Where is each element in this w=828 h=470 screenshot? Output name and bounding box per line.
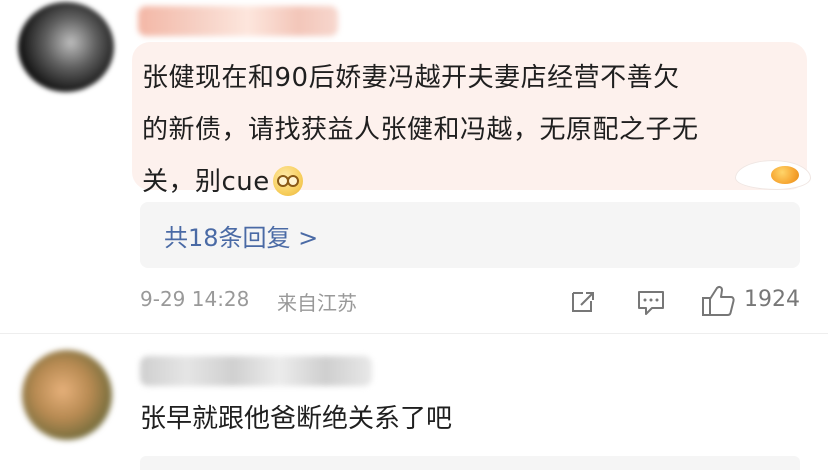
username-1-blurred[interactable] <box>138 6 338 36</box>
egg-yolk <box>771 166 799 184</box>
egg-decoration-icon <box>735 160 811 190</box>
avatar-1[interactable] <box>18 2 114 92</box>
divider <box>0 333 828 334</box>
comment-1-text: 张健现在和90后娇妻冯越开夫妻店经营不善欠 的新债，请找获益人张健和冯越，无原配… <box>142 52 792 208</box>
username-2-blurred[interactable] <box>140 356 372 386</box>
comment-time: 9-29 14:28 <box>140 287 250 311</box>
view-replies-label[interactable]: 共18条回复 > <box>164 218 318 253</box>
hands-over-eyes-emoji-icon <box>272 166 303 196</box>
like-count: 1924 <box>744 287 800 312</box>
thumbs-up-icon[interactable] <box>700 284 736 318</box>
comment-1-line-1: 张健现在和90后娇妻冯越开夫妻店经营不善欠 <box>142 63 680 93</box>
comment-1-line-3: 关，别cue <box>142 156 792 208</box>
share-icon[interactable] <box>569 289 597 315</box>
comment-icon[interactable] <box>636 289 666 317</box>
comment-1-line-2: 的新债，请找获益人张健和冯越，无原配之子无 <box>142 115 699 145</box>
avatar-2[interactable] <box>22 350 112 440</box>
comment-location: 来自江苏 <box>277 291 357 315</box>
comment-2-text: 张早就跟他爸断绝关系了吧 <box>140 404 453 434</box>
comment-2-replies-box[interactable] <box>140 456 800 470</box>
comment-1-line-3-text: 关，别cue <box>142 167 270 197</box>
